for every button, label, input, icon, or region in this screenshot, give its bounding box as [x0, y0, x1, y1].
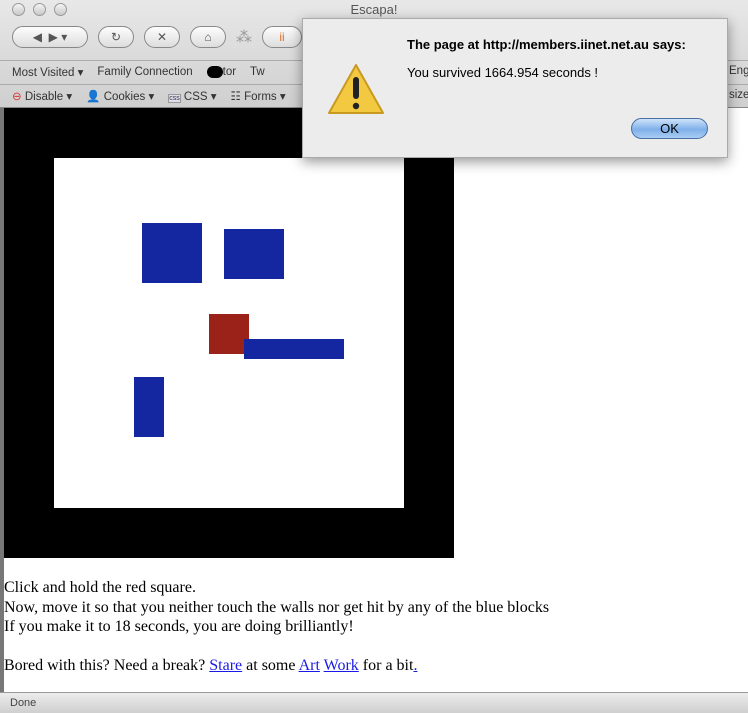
nav-toolbar: ◀ ▶ ▾ ↻ ✕ ⌂ ⁂ ii	[12, 26, 302, 48]
bookmark-tw[interactable]: Tw	[250, 66, 265, 78]
home-button[interactable]: ⌂	[190, 26, 226, 48]
bookmark-family-connection[interactable]: Family Connection	[97, 66, 192, 78]
addon-icon[interactable]: ⁂	[236, 27, 252, 47]
blue-block	[224, 229, 284, 279]
game-arena	[54, 158, 404, 508]
forward-icon[interactable]: ▶	[49, 30, 58, 44]
instruction-line: Click and hold the red square.	[4, 579, 196, 596]
warning-icon	[328, 64, 384, 114]
dot-link[interactable]: .	[413, 657, 417, 674]
instruction-line: If you make it to 18 seconds, you are do…	[4, 618, 354, 635]
disable-icon: ⊖	[12, 91, 22, 103]
zoom-button[interactable]	[54, 3, 67, 16]
home-icon: ⌂	[204, 30, 212, 44]
cookies-icon: 👤	[86, 91, 101, 103]
stare-link[interactable]: Stare	[209, 657, 242, 674]
instructions: Click and hold the red square. Now, move…	[4, 578, 549, 676]
dialog-heading: The page at http://members.iinet.net.au …	[407, 37, 686, 52]
back-icon[interactable]: ◀	[33, 30, 42, 44]
forms-menu[interactable]: ☷ Forms ▾	[231, 89, 286, 103]
alert-dialog: The page at http://members.iinet.net.au …	[302, 18, 728, 158]
game-board	[4, 108, 454, 558]
status-bar: Done	[0, 692, 748, 713]
work-link[interactable]: Work	[324, 657, 359, 674]
addon-button[interactable]: ii	[262, 26, 302, 48]
red-square[interactable]	[209, 314, 249, 354]
dialog-message: You survived 1664.954 seconds !	[407, 65, 599, 80]
forms-icon: ☷	[230, 91, 241, 103]
css-menu[interactable]: css CSS ▾	[168, 89, 217, 103]
window-controls	[12, 3, 67, 16]
blue-block	[244, 339, 344, 359]
minimize-button[interactable]	[33, 3, 46, 16]
resize-menu[interactable]: size	[729, 84, 748, 107]
bookmark-redacted[interactable]: tor	[206, 66, 236, 78]
reload-icon: ↻	[110, 30, 122, 44]
cookies-menu[interactable]: 👤 Cookies ▾	[86, 89, 154, 103]
blue-block	[142, 223, 202, 283]
bookmark-most-visited[interactable]: Most Visited ▾	[12, 65, 83, 79]
stop-icon: ✕	[156, 30, 168, 44]
blue-block	[134, 377, 164, 437]
back-forward-button[interactable]: ◀ ▶ ▾	[12, 26, 88, 48]
bored-line: Bored with this? Need a break? Stare at …	[4, 657, 418, 674]
close-window-button[interactable]	[12, 3, 25, 16]
ok-button[interactable]: OK	[631, 118, 708, 139]
bookmark-enga[interactable]: Enga	[729, 60, 748, 83]
disable-menu[interactable]: ⊖ Disable ▾	[12, 89, 72, 103]
art-link[interactable]: Art	[299, 657, 320, 674]
instruction-line: Now, move it so that you neither touch t…	[4, 598, 550, 616]
window-title: Escapa!	[350, 2, 398, 17]
reload-button[interactable]: ↻	[98, 26, 134, 48]
stop-button[interactable]: ✕	[144, 26, 180, 48]
css-icon: css	[168, 94, 181, 103]
